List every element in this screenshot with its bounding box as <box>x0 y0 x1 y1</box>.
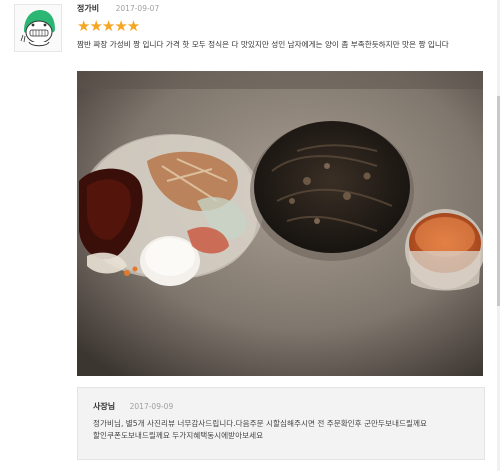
review-meta: 정가비 2017-09-07 <box>77 3 486 15</box>
review-date: 2017-09-07 <box>115 4 160 13</box>
owner-reply: 사장님 2017-09-09 정가비님, 별5개 사진리뷰 너무감사드립니다.다… <box>77 387 485 460</box>
star-rating: ★★★★★ <box>77 17 140 35</box>
owner-reply-text: 정가비님, 별5개 사진리뷰 너무감사드립니다.다음주문 시할심해주시면 전 주… <box>93 419 427 440</box>
food-photo-image <box>77 71 483 376</box>
owner-reply-meta: 사장님 2017-09-09 <box>93 401 173 413</box>
owner-reply-date: 2017-09-09 <box>129 402 174 411</box>
owner-reply-name: 사장님 <box>93 402 116 411</box>
review-item: 정가비 2017-09-07 ★★★★★ 짬반 짜장 가성비 짱 입니다 가격 … <box>77 3 486 51</box>
avatar-character-icon <box>15 5 61 51</box>
review-photo[interactable] <box>77 71 483 376</box>
review-text: 짬반 짜장 가성비 짱 입니다 가격 핫 모두 정식은 다 맛있지만 성인 남자… <box>77 40 449 49</box>
avatar <box>14 4 62 52</box>
review-author[interactable]: 정가비 <box>77 4 99 13</box>
